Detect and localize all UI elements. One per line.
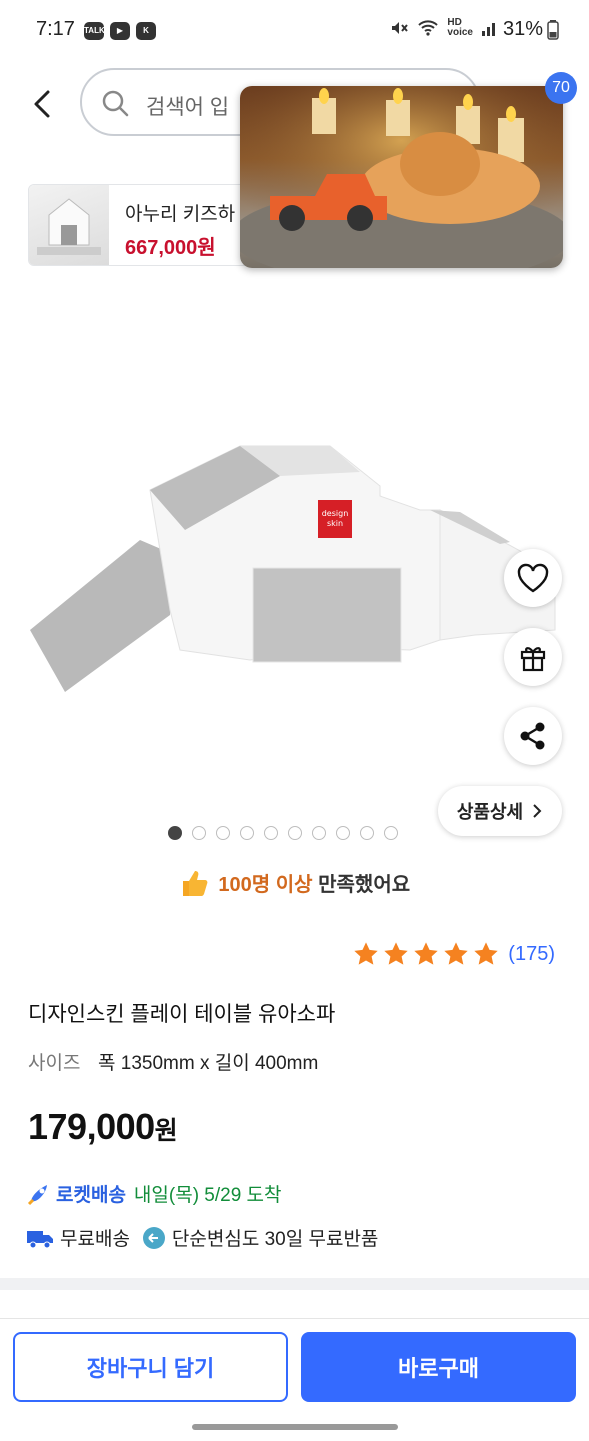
product-title: 디자인스킨 플레이 테이블 유아소파 [28, 1003, 336, 1026]
star-icon [384, 942, 408, 965]
gift-button[interactable] [504, 628, 562, 686]
wishlist-button[interactable] [504, 549, 562, 607]
signal-icon [482, 23, 495, 36]
rating-stars [352, 940, 500, 968]
rating[interactable]: (175) [352, 940, 555, 968]
youtube-icon: ▶ [110, 22, 130, 40]
svg-text:skin: skin [327, 519, 343, 528]
back-button[interactable] [24, 84, 64, 124]
return-icon [142, 1226, 165, 1249]
pagination-dot[interactable] [168, 826, 182, 840]
talk-icon: TALK [84, 22, 105, 40]
pagination-dot[interactable] [336, 826, 350, 840]
chevron-left-icon [34, 90, 50, 118]
star-icon [354, 942, 378, 965]
ad-product-name: 아누리 키즈하 [125, 204, 236, 225]
ad-product-price: 667,000원 [125, 237, 216, 259]
pagination-dot[interactable] [288, 826, 302, 840]
free-shipping: 무료배송 [60, 1229, 130, 1250]
rocket-delivery: 로켓배송 내일(목) 5/29 도착 [26, 1180, 282, 1207]
battery-text: 31% [502, 18, 543, 40]
cart-count-badge[interactable]: 70 [545, 72, 577, 104]
price-unit: 원 [154, 1117, 178, 1145]
satisfaction-banner: 100명 이상 만족했어요 [0, 868, 589, 898]
shipping-info: 무료배송 단순변심도 30일 무료반품 [26, 1224, 378, 1251]
mute-icon [392, 22, 409, 34]
floating-video-player[interactable] [240, 86, 563, 268]
search-icon [102, 90, 129, 117]
battery-percent: 31% [503, 18, 559, 41]
rocket-icon [27, 1184, 47, 1205]
notification-icons: TALK ▶ K [84, 22, 156, 40]
home-indicator[interactable] [192, 1424, 398, 1430]
hd-voice-icon: HD voice [447, 17, 473, 38]
delivery-eta: 내일(목) 5/29 도착 [133, 1185, 282, 1206]
product-image[interactable]: design skin [20, 430, 560, 700]
pagination-dot[interactable] [264, 826, 278, 840]
battery-icon [547, 19, 559, 40]
pagination-dot[interactable] [384, 826, 398, 840]
app-icon: K [136, 22, 156, 40]
wifi-icon [418, 20, 439, 36]
pagination-dot[interactable] [216, 826, 230, 840]
star-icon [474, 942, 498, 965]
ad-thumbnail [29, 185, 109, 265]
pagination-dot[interactable] [192, 826, 206, 840]
buy-now-button[interactable]: 바로구매 [301, 1332, 576, 1402]
svg-text:design: design [322, 509, 349, 518]
section-divider [0, 1278, 589, 1290]
share-button[interactable] [504, 707, 562, 765]
product-price: 179,000원 [28, 1106, 178, 1148]
star-icon [444, 942, 468, 965]
option-label: 사이즈 [28, 1053, 81, 1074]
image-pagination[interactable] [168, 826, 398, 840]
product-detail-button[interactable]: 상품상세 [438, 786, 562, 836]
star-icon [414, 942, 438, 965]
thumbs-up-icon [182, 871, 208, 896]
rocket-brand: 로켓배송 [56, 1185, 126, 1206]
product-photo: design skin [30, 445, 556, 692]
add-to-cart-button[interactable]: 장바구니 담기 [13, 1332, 288, 1402]
pagination-dot[interactable] [240, 826, 254, 840]
system-icons: HD voice [389, 18, 499, 38]
video-thumbnail [240, 86, 563, 268]
return-policy: 단순변심도 30일 무료반품 [171, 1229, 379, 1250]
pagination-dot[interactable] [360, 826, 374, 840]
truck-icon [27, 1230, 53, 1248]
satisfaction-text: 만족했어요 [312, 874, 411, 896]
search-input[interactable]: 검색어 입 [146, 91, 229, 121]
share-icon [520, 722, 545, 750]
review-count[interactable]: (175) [508, 943, 555, 966]
status-bar: 7:17 TALK ▶ K HD voice 31% [0, 0, 589, 62]
price-number: 179,000 [28, 1106, 155, 1147]
satisfaction-highlight: 100명 이상 [218, 874, 313, 896]
status-time: 7:17 [36, 18, 75, 40]
pagination-dot[interactable] [312, 826, 326, 840]
heart-icon [517, 563, 549, 593]
chevron-right-icon [533, 804, 542, 818]
product-detail-label: 상품상세 [456, 802, 524, 822]
option-value: 폭 1350mm x 길이 400mm [98, 1053, 319, 1074]
gift-icon [520, 647, 546, 672]
